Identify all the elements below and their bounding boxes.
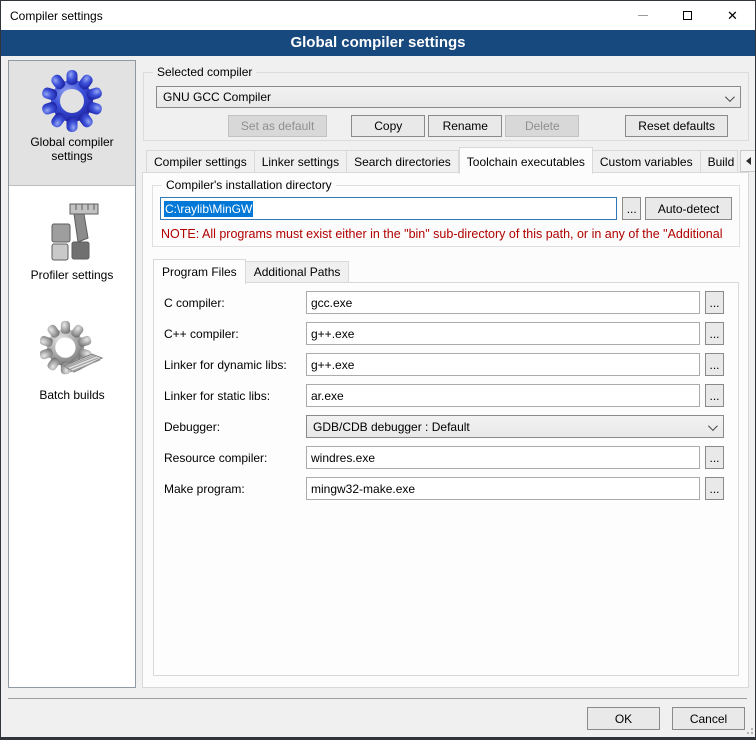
program-files-panel: C compiler: ... C++ compiler: ... Linker…	[153, 282, 739, 676]
linker-dynamic-browse-button[interactable]: ...	[705, 353, 724, 376]
autodetect-button[interactable]: Auto-detect	[645, 197, 732, 220]
sidebar-item-global-compiler-settings[interactable]: Global compiler settings	[9, 61, 135, 186]
sidebar-item-profiler-settings[interactable]: Profiler settings	[9, 186, 135, 304]
subtab-program-files[interactable]: Program Files	[153, 259, 246, 284]
linker-static-input[interactable]	[306, 384, 700, 407]
resource-compiler-input[interactable]	[306, 446, 700, 469]
make-program-input[interactable]	[306, 477, 700, 500]
reset-defaults-button[interactable]: Reset defaults	[625, 115, 728, 137]
page-title: Global compiler settings	[1, 30, 755, 56]
close-icon: ✕	[727, 9, 738, 22]
install-dir-note: NOTE: All programs must exist either in …	[161, 227, 737, 241]
cpp-compiler-browse-button[interactable]: ...	[705, 322, 724, 345]
maximize-button[interactable]	[665, 1, 710, 30]
subtab-additional-paths[interactable]: Additional Paths	[246, 261, 350, 283]
ok-button[interactable]: OK	[587, 707, 660, 730]
field-row-debugger: Debugger: GDB/CDB debugger : Default	[160, 415, 724, 438]
close-button[interactable]: ✕	[710, 1, 755, 30]
field-row-c-compiler: C compiler: ...	[160, 291, 724, 314]
linker-dynamic-input[interactable]	[306, 353, 700, 376]
footer-divider	[8, 698, 747, 699]
settings-tabbar: Compiler settings Linker settings Search…	[146, 146, 756, 173]
debugger-select[interactable]: GDB/CDB debugger : Default	[306, 415, 724, 438]
install-dir-group: Compiler's installation directory C:\ray…	[152, 185, 740, 247]
cpp-compiler-input[interactable]	[306, 322, 700, 345]
c-compiler-browse-button[interactable]: ...	[705, 291, 724, 314]
toolchain-executables-panel: Compiler's installation directory C:\ray…	[142, 172, 749, 688]
files-subtabbar: Program Files Additional Paths	[153, 258, 349, 283]
field-row-resource-compiler: Resource compiler: ...	[160, 446, 724, 469]
tab-scroll-arrows	[739, 150, 756, 172]
field-label: Linker for dynamic libs:	[160, 358, 306, 372]
set-as-default-button[interactable]: Set as default	[228, 115, 327, 137]
profiler-caliper-icon	[40, 200, 104, 264]
tab-linker-settings[interactable]: Linker settings	[255, 150, 347, 173]
field-label: Debugger:	[160, 420, 306, 434]
chevron-down-icon	[725, 92, 735, 102]
compiler-select-value: GNU GCC Compiler	[163, 90, 271, 104]
tab-build-options[interactable]: Build	[701, 150, 738, 173]
selected-compiler-legend: Selected compiler	[153, 65, 256, 79]
field-label: Make program:	[160, 482, 306, 496]
field-row-make-program: Make program: ...	[160, 477, 724, 500]
install-dir-selected-text: C:\raylib\MinGW	[164, 201, 253, 217]
sidebar-item-label: Batch builds	[9, 388, 135, 402]
linker-static-browse-button[interactable]: ...	[705, 384, 724, 407]
install-dir-browse-button[interactable]: ...	[622, 197, 641, 220]
rename-button[interactable]: Rename	[428, 115, 502, 137]
arrow-left-icon	[746, 157, 751, 165]
sidebar-item-label: Global compiler settings	[24, 135, 120, 163]
blue-gear-icon	[40, 69, 104, 133]
field-label: Resource compiler:	[160, 451, 306, 465]
minimize-button[interactable]	[620, 1, 665, 30]
make-program-browse-button[interactable]: ...	[705, 477, 724, 500]
tab-toolchain-executables[interactable]: Toolchain executables	[459, 147, 593, 174]
tab-custom-variables[interactable]: Custom variables	[593, 150, 701, 173]
tab-compiler-settings[interactable]: Compiler settings	[146, 150, 255, 173]
maximize-icon	[683, 11, 692, 20]
debugger-select-value: GDB/CDB debugger : Default	[313, 420, 470, 434]
cancel-button[interactable]: Cancel	[672, 707, 745, 730]
resize-grip[interactable]	[743, 724, 753, 734]
compiler-buttons-row: Set as default Copy Rename Delete Reset …	[156, 115, 728, 137]
selected-compiler-group: Selected compiler GNU GCC Compiler Set a…	[143, 72, 749, 141]
window-title: Compiler settings	[1, 9, 620, 23]
minimize-icon	[638, 15, 648, 16]
install-dir-legend: Compiler's installation directory	[162, 178, 336, 192]
sidebar-item-batch-builds[interactable]: Batch builds	[9, 304, 135, 424]
batch-builds-gear-icon	[40, 320, 104, 384]
field-label: Linker for static libs:	[160, 389, 306, 403]
titlebar[interactable]: Compiler settings ✕	[1, 1, 755, 30]
install-dir-input[interactable]: C:\raylib\MinGW	[160, 197, 617, 220]
chevron-down-icon	[708, 421, 718, 431]
settings-sidebar: Global compiler settings Profiler settin…	[8, 60, 136, 688]
resource-compiler-browse-button[interactable]: ...	[705, 446, 724, 469]
compiler-select[interactable]: GNU GCC Compiler	[156, 86, 741, 108]
field-label: C++ compiler:	[160, 327, 306, 341]
c-compiler-input[interactable]	[306, 291, 700, 314]
tab-scroll-left-button[interactable]	[740, 150, 756, 172]
field-row-cpp-compiler: C++ compiler: ...	[160, 322, 724, 345]
compiler-settings-dialog: Compiler settings ✕ Global compiler sett…	[0, 0, 756, 740]
field-row-linker-static: Linker for static libs: ...	[160, 384, 724, 407]
copy-button[interactable]: Copy	[351, 115, 425, 137]
field-label: C compiler:	[160, 296, 306, 310]
tab-search-directories[interactable]: Search directories	[347, 150, 459, 173]
sidebar-item-label: Profiler settings	[9, 268, 135, 282]
field-row-linker-dynamic: Linker for dynamic libs: ...	[160, 353, 724, 376]
delete-button[interactable]: Delete	[505, 115, 579, 137]
